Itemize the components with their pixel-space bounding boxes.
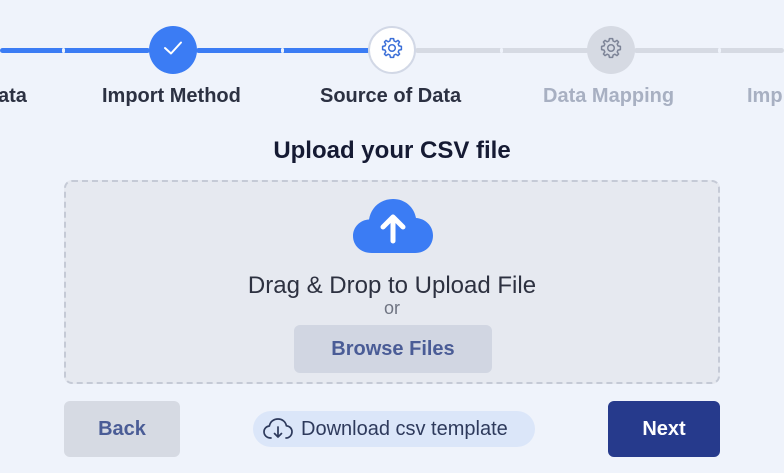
step-connector-pending [634,48,784,53]
step-connector-divider [281,48,284,53]
step-import-method-indicator [149,26,197,74]
drag-drop-text: Drag & Drop to Upload File [247,272,537,299]
step-connector-divider [62,48,65,53]
step-label-import: Imp [747,85,783,107]
download-template-button[interactable]: Download csv template [253,411,535,447]
file-dropzone[interactable]: Drag & Drop to Upload File or Browse Fil… [64,180,720,384]
or-separator: or [383,298,400,318]
next-button[interactable]: Next [608,401,720,457]
cloud-download-icon [262,417,294,441]
browse-files-button[interactable]: Browse Files [294,325,492,373]
step-label-data: ata [0,85,27,107]
gear-icon [599,36,623,65]
download-template-label: Download csv template [301,418,508,440]
step-connector-done [0,48,150,53]
page-title: Upload your CSV file [273,137,511,164]
step-label-source-of-data: Source of Data [320,85,462,107]
step-label-import-method: Import Method [102,85,241,107]
gear-icon [380,36,404,65]
step-connector-divider [500,48,503,53]
check-icon [162,39,184,62]
step-source-of-data-indicator [368,26,416,74]
step-label-data-mapping: Data Mapping [543,85,675,107]
step-connector-divider [718,48,721,53]
cloud-upload-icon [352,197,434,260]
step-data-mapping-indicator [587,26,635,74]
back-button[interactable]: Back [64,401,180,457]
